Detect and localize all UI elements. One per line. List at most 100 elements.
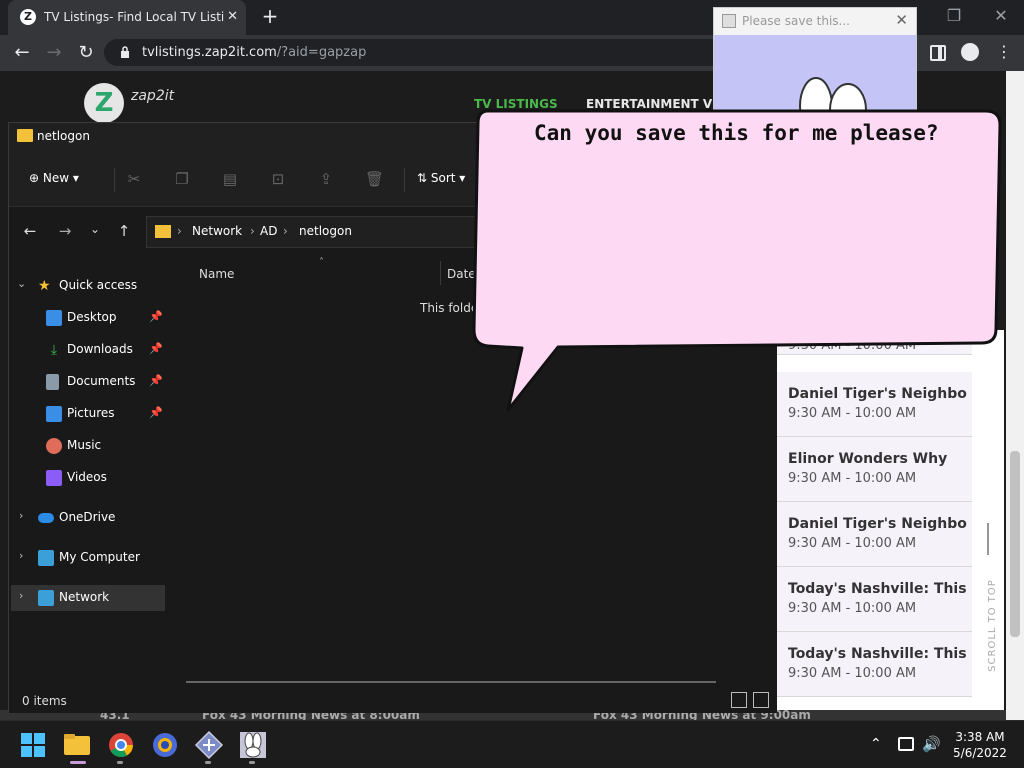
explorer-nav-pane: ⌄ ★ Quick access Desktop 📌 ⤓ Downloads 📌… <box>9 257 169 687</box>
listing-title: Today's Nashville: This... <box>788 646 968 662</box>
back-icon[interactable]: ← <box>20 222 40 242</box>
popup-titlebar: Please save this... ✕ <box>714 8 916 35</box>
pictures-icon <box>46 406 62 422</box>
network-status-icon[interactable] <box>898 737 914 751</box>
listing-item[interactable]: Daniel Tiger's Neighbo... 9:30 AM - 10:0… <box>776 502 972 567</box>
zap2it-favicon-icon: Z <box>20 9 36 25</box>
page-scrollbar[interactable] <box>1006 71 1024 720</box>
sort-button[interactable]: ⇅ Sort ▾ <box>417 171 465 185</box>
copy-icon[interactable]: ❐ <box>173 170 191 188</box>
back-button[interactable]: ← <box>10 41 34 65</box>
divider <box>114 168 115 192</box>
explorer-title: netlogon <box>37 129 90 143</box>
sort-caret-icon: ˄ <box>319 257 324 268</box>
profile-avatar-icon[interactable] <box>961 43 979 61</box>
up-icon[interactable]: ↑ <box>114 222 134 242</box>
divider <box>440 261 441 285</box>
chevron-right-icon: › <box>250 224 255 238</box>
breadcrumb-item[interactable]: Network <box>192 224 242 238</box>
new-tab-button[interactable]: + <box>258 5 282 29</box>
close-window-icon[interactable]: ✕ <box>989 6 1013 26</box>
breadcrumb-item[interactable]: netlogon <box>299 224 352 238</box>
chevron-right-icon[interactable]: › <box>19 589 23 602</box>
listing-time: 9:30 AM - 10:00 AM <box>788 666 917 681</box>
file-explorer-icon[interactable] <box>61 729 93 761</box>
videos-icon <box>46 470 62 486</box>
tiles-view-icon[interactable] <box>753 692 769 708</box>
bunny-app-icon[interactable] <box>237 729 269 761</box>
folder-icon <box>155 225 171 238</box>
nav-pictures[interactable]: Pictures 📌 <box>9 401 165 427</box>
delete-icon[interactable]: 🗑 <box>365 170 384 188</box>
side-panel-icon[interactable] <box>930 45 946 61</box>
active-app-indicator <box>70 761 86 764</box>
forward-icon[interactable]: → <box>55 222 75 242</box>
close-popup-icon[interactable]: ✕ <box>895 11 908 29</box>
restore-window-icon[interactable]: ❐ <box>942 6 966 26</box>
item-count: 0 items <box>22 694 67 708</box>
nav-my-computer[interactable]: › My Computer <box>9 545 165 571</box>
remote-desktop-icon[interactable] <box>193 729 225 761</box>
running-app-indicator <box>205 761 211 764</box>
pin-icon[interactable]: 📌 <box>149 406 163 419</box>
listing-title: Daniel Tiger's Neighbo... <box>788 516 968 532</box>
listing-item[interactable]: Today's Nashville: This... 9:30 AM - 10:… <box>776 567 972 632</box>
nav-downloads[interactable]: ⤓ Downloads 📌 <box>9 337 165 363</box>
volume-icon[interactable]: 🔊 <box>922 735 941 753</box>
chevron-up-icon[interactable]: ⌃ <box>870 736 882 752</box>
site-name: zap2it <box>131 88 175 104</box>
clock-date: 5/6/2022 <box>953 746 1007 760</box>
new-button[interactable]: ⊕ New ▾ <box>29 171 79 185</box>
close-tab-icon[interactable]: ✕ <box>227 9 238 24</box>
nav-network[interactable]: › Network <box>11 585 165 611</box>
desktop-icon <box>46 310 62 326</box>
details-view-icon[interactable] <box>731 692 747 708</box>
pin-icon[interactable]: 📌 <box>149 374 163 387</box>
recent-locations-icon[interactable]: ⌄ <box>85 222 105 242</box>
chevron-right-icon[interactable]: › <box>19 549 23 562</box>
nav-documents[interactable]: Documents 📌 <box>9 369 165 395</box>
network-icon <box>38 590 54 606</box>
browser-tab[interactable]: Z TV Listings- Find Local TV Listings ✕ <box>8 0 246 35</box>
running-app-indicator <box>249 761 255 764</box>
paste-icon[interactable]: ▤ <box>221 170 239 188</box>
chevron-right-icon: › <box>177 224 182 238</box>
listing-time: 9:30 AM - 10:00 AM <box>788 601 917 616</box>
divider <box>404 168 405 192</box>
computer-icon <box>38 550 54 566</box>
arrow-up-icon <box>987 523 989 555</box>
windows-start-icon[interactable] <box>17 729 49 761</box>
breadcrumb[interactable]: › Network › AD › netlogon <box>146 216 486 248</box>
browser-menu-icon[interactable]: ⋮ <box>996 42 1012 62</box>
system-clock[interactable]: 3:38 AM 5/6/2022 <box>950 729 1010 761</box>
download-icon: ⤓ <box>50 342 58 358</box>
chrome-icon[interactable] <box>105 729 137 761</box>
listing-item[interactable]: Today's Nashville: This... 9:30 AM - 10:… <box>776 632 972 697</box>
column-header-name[interactable]: Name <box>199 267 234 281</box>
cut-icon[interactable]: ✂ <box>125 170 143 188</box>
nav-quick-access[interactable]: ⌄ ★ Quick access <box>9 273 165 299</box>
scrollbar-thumb[interactable] <box>1010 451 1020 637</box>
listing-title: Today's Nashville: This... <box>788 581 968 597</box>
chrome-beta-icon[interactable] <box>149 729 181 761</box>
folder-icon <box>17 129 33 142</box>
chevron-down-icon[interactable]: ⌄ <box>17 277 26 290</box>
forward-button[interactable]: → <box>42 41 66 65</box>
listing-time: 9:30 AM - 10:00 AM <box>788 536 917 551</box>
nav-videos[interactable]: Videos <box>9 465 165 491</box>
horizontal-scrollbar[interactable] <box>186 681 716 683</box>
pin-icon[interactable]: 📌 <box>149 310 163 323</box>
breadcrumb-item[interactable]: AD <box>260 224 277 238</box>
star-icon: ★ <box>38 278 51 294</box>
nav-desktop[interactable]: Desktop 📌 <box>9 305 165 331</box>
share-icon[interactable]: ⇪ <box>317 170 335 188</box>
reload-button[interactable]: ↻ <box>74 41 98 65</box>
rename-icon[interactable]: ⊡ <box>269 170 287 188</box>
pin-icon[interactable]: 📌 <box>149 342 163 355</box>
scroll-to-top-label: SCROLL TO TOP <box>986 579 998 672</box>
chevron-right-icon[interactable]: › <box>19 509 23 522</box>
nav-music[interactable]: Music <box>9 433 165 459</box>
listing-item[interactable]: Elinor Wonders Why 9:30 AM - 10:00 AM <box>776 437 972 502</box>
site-logo[interactable]: Z <box>84 83 124 123</box>
nav-onedrive[interactable]: › OneDrive <box>9 505 165 531</box>
